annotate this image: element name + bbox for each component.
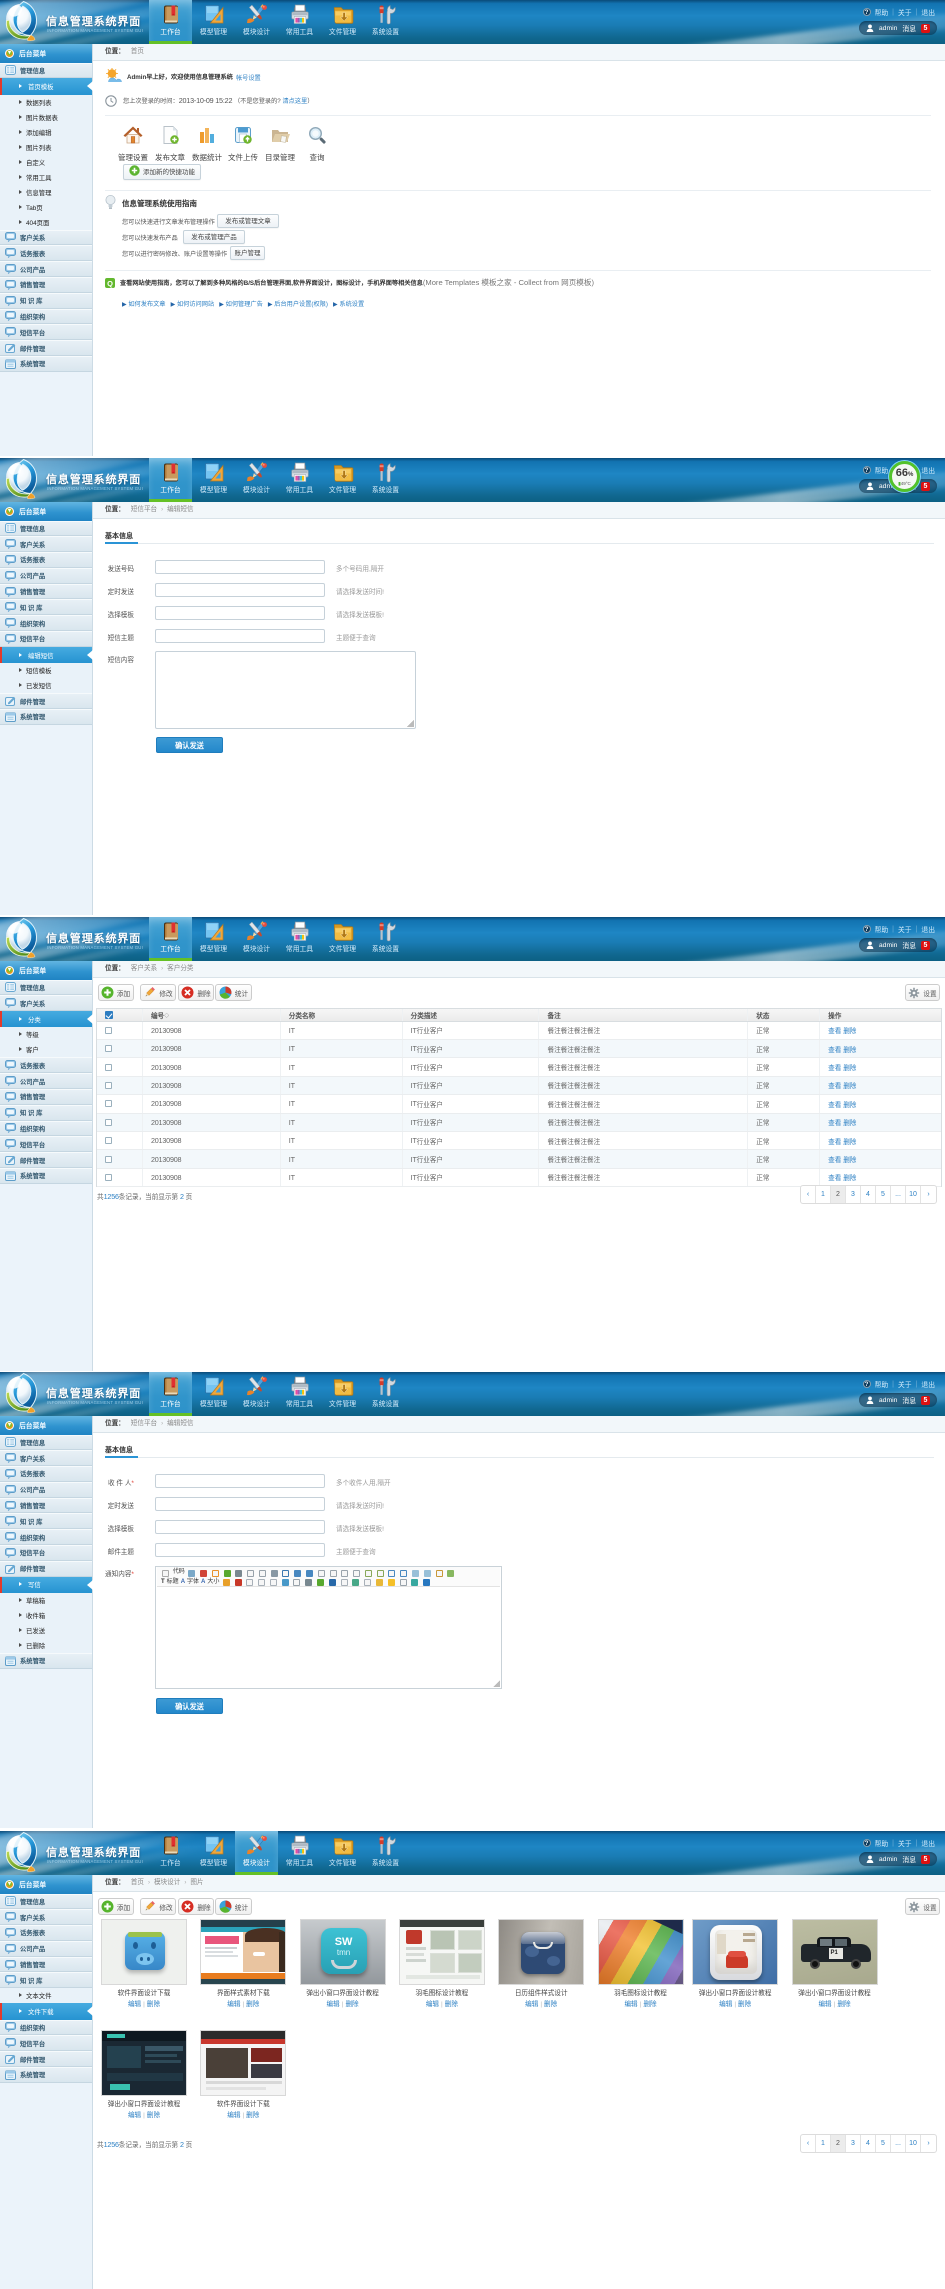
svg-text:Q: Q bbox=[107, 279, 113, 288]
